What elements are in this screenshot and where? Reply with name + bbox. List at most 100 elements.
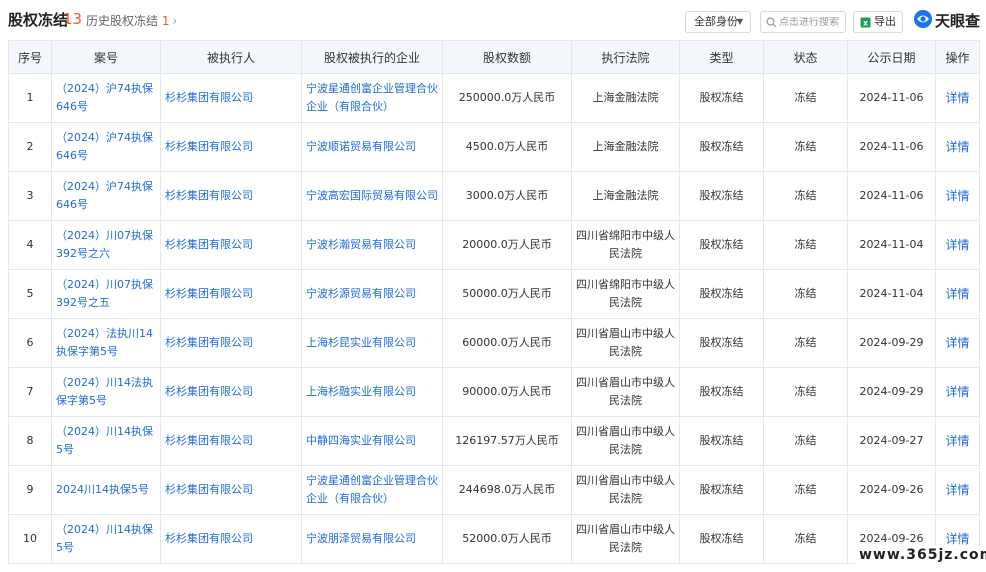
cell-status: 冻结 bbox=[794, 238, 817, 251]
cell-executed-party[interactable]: 杉杉集团有限公司 bbox=[165, 140, 253, 153]
cell-date: 2024-09-29 bbox=[859, 385, 924, 398]
cell-status-container: 冻结 bbox=[763, 171, 848, 221]
cell-executed-party[interactable]: 杉杉集团有限公司 bbox=[165, 434, 253, 447]
search-input[interactable] bbox=[779, 17, 841, 28]
detail-link-container: 详情 bbox=[935, 171, 980, 221]
cell-case-number[interactable]: （2024）沪74执保646号 bbox=[56, 131, 153, 162]
cell-company[interactable]: 宁波杉源贸易有限公司 bbox=[306, 287, 416, 300]
cell-case-number[interactable]: （2024）沪74执保646号 bbox=[56, 82, 153, 113]
detail-link[interactable]: 详情 bbox=[945, 532, 969, 546]
cell-company[interactable]: 上海杉融实业有限公司 bbox=[306, 385, 416, 398]
export-button[interactable]: x 导出 bbox=[853, 11, 903, 33]
table-row: 8 （2024）川14执保5号 杉杉集团有限公司 中静四海实业有限公司 126197.5… bbox=[8, 416, 980, 466]
cell-no: 8 bbox=[26, 434, 34, 447]
detail-link[interactable]: 详情 bbox=[945, 91, 969, 105]
cell-type-container: 股权冻结 bbox=[679, 367, 764, 417]
cell-court: 四川省眉山市中级人民法院 bbox=[576, 474, 675, 505]
cell-no-container: 9 bbox=[8, 465, 52, 515]
cell-type-container: 股权冻结 bbox=[679, 73, 764, 123]
cell-type-container: 股权冻结 bbox=[679, 416, 764, 466]
cell-status-container: 冻结 bbox=[763, 122, 848, 172]
cell-company[interactable]: 宁波顺诺贸易有限公司 bbox=[306, 140, 416, 153]
excel-icon: x bbox=[860, 17, 871, 28]
cell-date-container: 2024-11-06 bbox=[847, 171, 936, 221]
cell-court: 四川省眉山市中级人民法院 bbox=[576, 425, 675, 456]
cell-date-container: 2024-11-04 bbox=[847, 269, 936, 319]
detail-link-container: 详情 bbox=[935, 367, 980, 417]
cell-type: 股权冻结 bbox=[699, 189, 744, 202]
cell-date-container: 2024-09-26 bbox=[847, 465, 936, 515]
cell-executed-party-container: 杉杉集团有限公司 bbox=[160, 514, 302, 564]
cell-case-number[interactable]: （2024）川07执保392号之六 bbox=[56, 229, 153, 260]
cell-case-number[interactable]: 2024川14执保5号 bbox=[56, 483, 149, 496]
cell-status: 冻结 bbox=[794, 385, 817, 398]
cell-case-number-container: （2024）川14执保5号 bbox=[51, 416, 161, 466]
cell-type-container: 股权冻结 bbox=[679, 465, 764, 515]
cell-executed-party[interactable]: 杉杉集团有限公司 bbox=[165, 189, 253, 202]
detail-link[interactable]: 详情 bbox=[945, 238, 969, 252]
cell-type-container: 股权冻结 bbox=[679, 220, 764, 270]
cell-date: 2024-11-06 bbox=[859, 91, 924, 104]
history-link[interactable]: 历史股权冻结 1 › bbox=[86, 12, 177, 29]
caret-down-icon: ▼ bbox=[736, 17, 743, 26]
cell-no: 7 bbox=[26, 385, 34, 398]
cell-company[interactable]: 宁波星通创富企业管理合伙企业（有限合伙） bbox=[306, 474, 438, 505]
cell-court-container: 四川省绵阳市中级人民法院 bbox=[571, 269, 680, 319]
brand-logo-text: 天眼查 bbox=[935, 12, 981, 30]
cell-no-container: 5 bbox=[8, 269, 52, 319]
cell-type: 股权冻结 bbox=[699, 91, 744, 104]
cell-company-container: 宁波朋泽贸易有限公司 bbox=[301, 514, 443, 564]
cell-company[interactable]: 宁波高宏国际贸易有限公司 bbox=[306, 189, 438, 202]
cell-court: 上海金融法院 bbox=[592, 140, 659, 153]
cell-no: 5 bbox=[26, 287, 34, 300]
cell-case-number[interactable]: （2024）川14执保5号 bbox=[56, 523, 153, 554]
cell-executed-party[interactable]: 杉杉集团有限公司 bbox=[165, 532, 253, 545]
cell-executed-party[interactable]: 杉杉集团有限公司 bbox=[165, 483, 253, 496]
cell-executed-party[interactable]: 杉杉集团有限公司 bbox=[165, 385, 253, 398]
cell-court: 上海金融法院 bbox=[592, 91, 659, 104]
cell-no: 2 bbox=[26, 140, 34, 153]
cell-status-container: 冻结 bbox=[763, 220, 848, 270]
cell-court-container: 上海金融法院 bbox=[571, 73, 680, 123]
cell-company[interactable]: 宁波朋泽贸易有限公司 bbox=[306, 532, 416, 545]
search-box[interactable] bbox=[760, 11, 846, 33]
cell-case-number[interactable]: （2024）川14执保5号 bbox=[56, 425, 153, 456]
cell-executed-party[interactable]: 杉杉集团有限公司 bbox=[165, 91, 253, 104]
cell-executed-party-container: 杉杉集团有限公司 bbox=[160, 269, 302, 319]
cell-case-number-container: （2024）沪74执保646号 bbox=[51, 122, 161, 172]
detail-link[interactable]: 详情 bbox=[945, 336, 969, 350]
column-header-court: 执行法院 bbox=[571, 40, 680, 74]
cell-no: 6 bbox=[26, 336, 34, 349]
detail-link[interactable]: 详情 bbox=[945, 287, 969, 301]
cell-status-container: 冻结 bbox=[763, 367, 848, 417]
cell-case-number[interactable]: （2024）法执川14执保字第5号 bbox=[56, 327, 153, 358]
detail-link[interactable]: 详情 bbox=[945, 483, 969, 497]
cell-executed-party[interactable]: 杉杉集团有限公司 bbox=[165, 287, 253, 300]
cell-executed-party[interactable]: 杉杉集团有限公司 bbox=[165, 336, 253, 349]
cell-amount: 60000.0万人民币 bbox=[462, 336, 552, 349]
detail-link[interactable]: 详情 bbox=[945, 385, 969, 399]
cell-no-container: 8 bbox=[8, 416, 52, 466]
cell-company[interactable]: 上海杉昆实业有限公司 bbox=[306, 336, 416, 349]
cell-amount: 52000.0万人民币 bbox=[462, 532, 552, 545]
detail-link[interactable]: 详情 bbox=[945, 140, 969, 154]
cell-company[interactable]: 中静四海实业有限公司 bbox=[306, 434, 416, 447]
cell-executed-party[interactable]: 杉杉集团有限公司 bbox=[165, 238, 253, 251]
chevron-right-icon: › bbox=[172, 14, 178, 28]
cell-date: 2024-11-04 bbox=[859, 238, 924, 251]
cell-case-number[interactable]: （2024）川07执保392号之五 bbox=[56, 278, 153, 309]
role-filter-select[interactable]: 全部身份 ▼ bbox=[685, 11, 751, 33]
cell-type: 股权冻结 bbox=[699, 287, 744, 300]
cell-date-container: 2024-09-29 bbox=[847, 318, 936, 368]
cell-case-number[interactable]: （2024）川14法执保字第5号 bbox=[56, 376, 153, 407]
cell-case-number-container: （2024）川14法执保字第5号 bbox=[51, 367, 161, 417]
cell-case-number[interactable]: （2024）沪74执保646号 bbox=[56, 180, 153, 211]
detail-link[interactable]: 详情 bbox=[945, 434, 969, 448]
cell-type: 股权冻结 bbox=[699, 238, 744, 251]
detail-link[interactable]: 详情 bbox=[945, 189, 969, 203]
cell-company[interactable]: 宁波星通创富企业管理合伙企业（有限合伙） bbox=[306, 82, 438, 113]
cell-company[interactable]: 宁波杉瀚贸易有限公司 bbox=[306, 238, 416, 251]
cell-company-container: 宁波高宏国际贸易有限公司 bbox=[301, 171, 443, 221]
cell-amount-container: 244698.0万人民币 bbox=[442, 465, 572, 515]
watermark: www.365jz.com bbox=[855, 546, 986, 564]
